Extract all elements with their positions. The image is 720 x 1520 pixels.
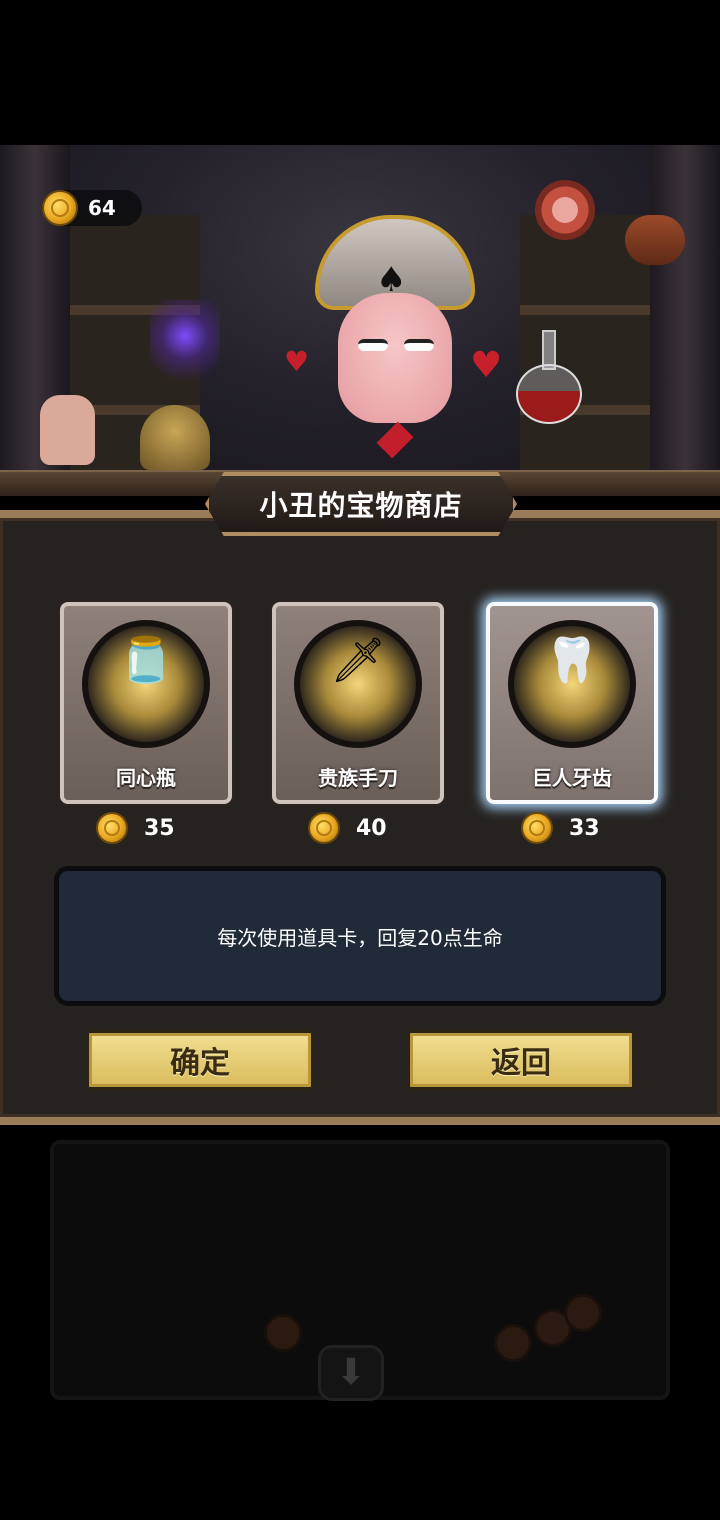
shop-item-heart-jar[interactable]: 🫙 同心瓶 [60,602,232,804]
shop-item-noble-dagger[interactable]: 🗡 贵族手刀 [272,602,444,804]
coin-icon [308,812,340,844]
price-value: 33 [569,815,600,841]
coin-icon [521,812,553,844]
hanging-meat-prop [535,180,595,240]
coin-icon [42,190,78,226]
item-description: 每次使用道具卡，回复20点生命 [54,866,666,1006]
hand-prop [40,395,95,465]
price-value: 40 [356,815,387,841]
shop-item-giant-tooth[interactable]: 🦷 巨人牙齿 [486,602,658,804]
hanging-bone-prop [625,215,685,265]
down-arrow-icon[interactable]: ⬇ [318,1345,384,1401]
item-name: 巨人牙齿 [532,766,612,790]
heart-icon: ♥ [284,345,310,378]
spade-icon: ♠ [376,260,407,300]
map-node [264,1314,302,1352]
magic-scepter-prop [150,300,220,390]
map-node [494,1324,532,1362]
item-price: 35 [96,812,175,844]
coin-icon [96,812,128,844]
coin-balance: 64 [42,190,142,226]
coin-amount: 64 [88,196,116,220]
confirm-button[interactable]: 确定 [86,1030,314,1090]
back-button[interactable]: 返回 [407,1030,635,1090]
heart-icon: ♥ [470,345,503,386]
item-name: 同心瓶 [116,766,176,790]
shop-title: 小丑的宝物商店 [205,472,517,536]
noble-dagger-icon: 🗡 [330,635,386,686]
map-node [564,1294,602,1332]
heart-jar-icon: 🫙 [118,635,174,686]
clown-shopkeeper: ♠ ♥ ♥ [280,215,510,470]
right-curtain [650,145,720,485]
gem-icon [376,421,414,459]
price-value: 35 [144,815,175,841]
giant-tooth-icon: 🦷 [544,635,600,686]
item-name: 贵族手刀 [318,766,398,790]
helmet-prop [140,405,210,470]
item-price: 33 [521,812,600,844]
flask-prop [516,330,582,424]
item-price: 40 [308,812,387,844]
